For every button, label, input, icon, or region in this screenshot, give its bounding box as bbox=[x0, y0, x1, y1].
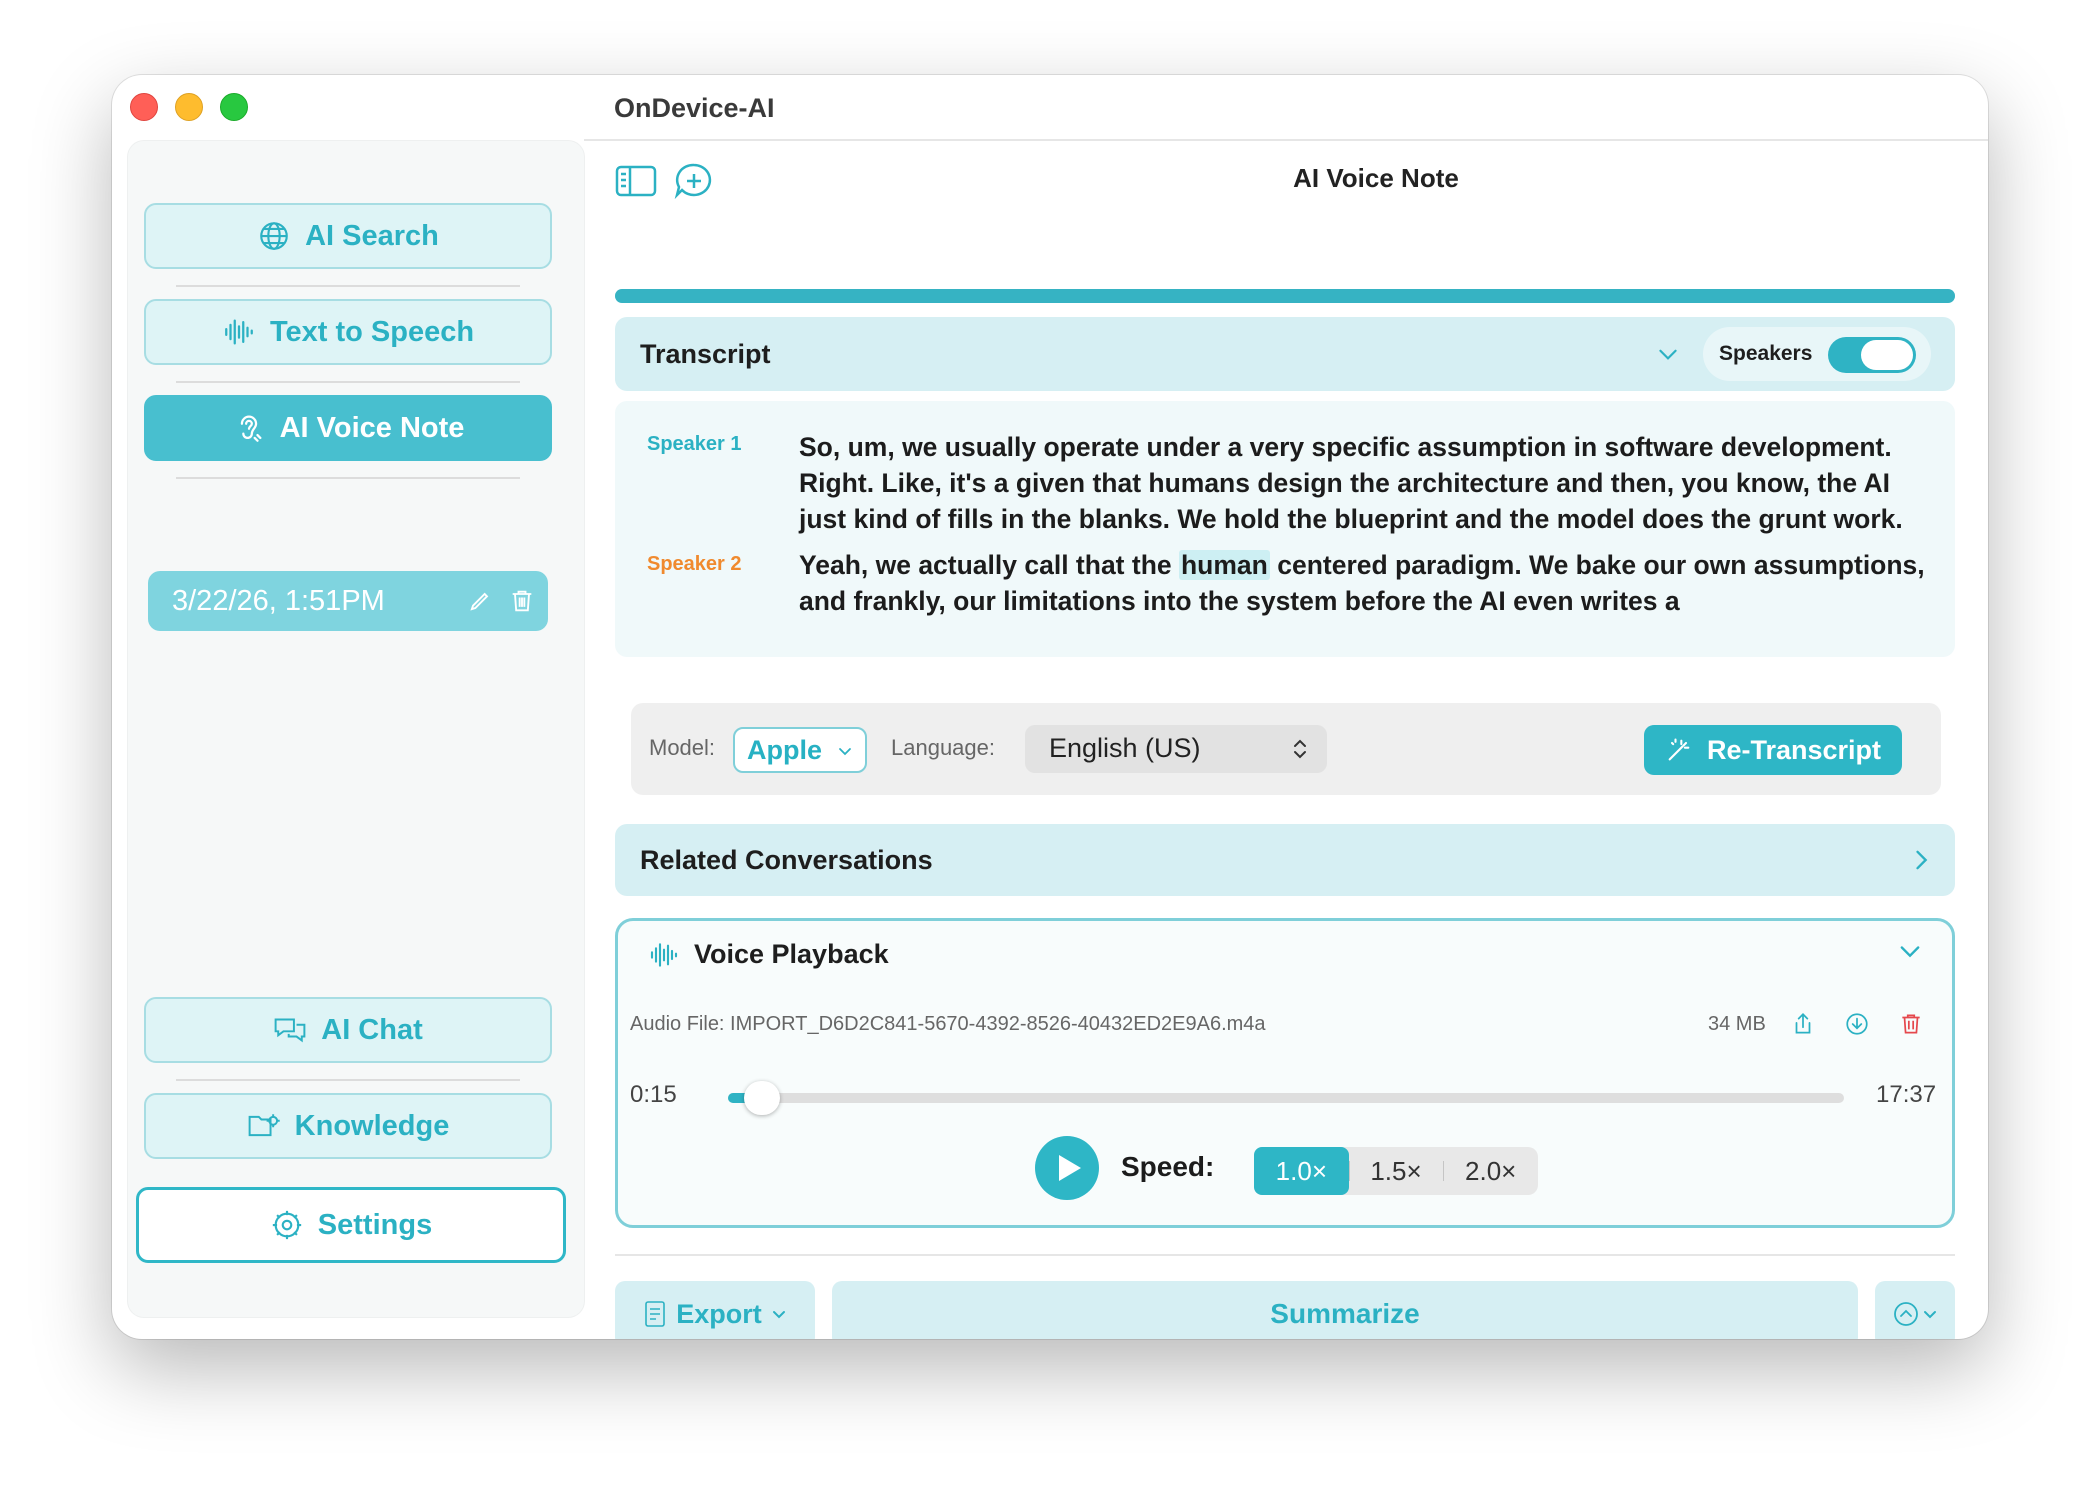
pencil-icon[interactable] bbox=[466, 587, 494, 615]
voice-note-list-item[interactable]: 3/22/26, 1:51PM bbox=[148, 571, 548, 631]
summarize-label: Summarize bbox=[1270, 1298, 1420, 1329]
language-value: English (US) bbox=[1049, 733, 1201, 763]
sidebar-divider bbox=[176, 285, 520, 287]
export-button[interactable]: Export bbox=[615, 1281, 815, 1339]
summarize-button[interactable]: Summarize bbox=[832, 1281, 1858, 1339]
language-select[interactable]: English (US) bbox=[1025, 725, 1327, 773]
model-value: Apple bbox=[747, 735, 823, 765]
re-transcript-label: Re-Transcript bbox=[1706, 734, 1882, 765]
progress-bar bbox=[615, 289, 1955, 303]
progress-fill bbox=[615, 289, 1955, 303]
current-time: 0:15 bbox=[630, 1081, 677, 1108]
sidebar-item-label: Text to Speech bbox=[269, 315, 475, 348]
toggle-knob bbox=[1861, 340, 1913, 370]
play-icon bbox=[1059, 1155, 1081, 1181]
page-title: AI Voice Note bbox=[1293, 163, 1459, 193]
globe-icon bbox=[260, 222, 288, 250]
speakers-label: Speakers bbox=[1719, 342, 1813, 365]
model-label: Model: bbox=[649, 735, 716, 760]
speed-option-2x[interactable]: 2.0× bbox=[1443, 1147, 1538, 1195]
sidebar-item-text-to-speech[interactable]: Text to Speech bbox=[144, 299, 552, 365]
seek-slider[interactable] bbox=[728, 1081, 1844, 1115]
sidebar-item-label: Settings bbox=[317, 1208, 433, 1241]
speed-option-1x[interactable]: 1.0× bbox=[1254, 1147, 1349, 1195]
chevron-down-icon bbox=[1924, 1311, 1936, 1319]
playback-title: Voice Playback bbox=[694, 939, 889, 969]
document-icon bbox=[645, 1301, 666, 1327]
sidebar-toggle-icon[interactable] bbox=[614, 161, 658, 201]
main-content: AI Voice Note Transcript Speakers Speake… bbox=[584, 141, 1988, 1339]
speakers-toggle[interactable] bbox=[1828, 337, 1916, 373]
sidebar-item-ai-chat[interactable]: AI Chat bbox=[144, 997, 552, 1063]
related-title: Related Conversations bbox=[640, 845, 933, 875]
sidebar-item-knowledge[interactable]: Knowledge bbox=[144, 1093, 552, 1159]
app-window: OnDevice-AI AI Search Text to Speech AI … bbox=[112, 75, 1988, 1339]
sidebar-item-ai-voice-note[interactable]: AI Voice Note bbox=[144, 395, 552, 461]
sidebar-item-settings[interactable]: Settings bbox=[136, 1187, 566, 1263]
share-icon[interactable] bbox=[1790, 1011, 1816, 1037]
total-time: 17:37 bbox=[1876, 1081, 1937, 1108]
waveform-icon bbox=[650, 943, 678, 967]
sidebar: AI Search Text to Speech AI Voice Note 3… bbox=[128, 141, 584, 1317]
bottom-divider bbox=[615, 1254, 1955, 1256]
transcript-header[interactable]: Transcript Speakers bbox=[615, 317, 1955, 391]
up-down-chevron-icon bbox=[1294, 739, 1306, 759]
sidebar-divider bbox=[176, 381, 520, 383]
speed-label: Speed: bbox=[1121, 1151, 1215, 1182]
seek-knob[interactable] bbox=[743, 1081, 780, 1115]
re-transcript-button[interactable]: Re-Transcript bbox=[1644, 725, 1902, 775]
sidebar-item-label: AI Voice Note bbox=[279, 411, 465, 444]
close-window-button[interactable] bbox=[130, 93, 158, 121]
voice-playback-panel: Voice Playback Audio File: IMPORT_D6D2C8… bbox=[615, 918, 1955, 1228]
trash-icon[interactable] bbox=[1898, 1011, 1924, 1037]
chevron-right-icon bbox=[1916, 850, 1928, 870]
sidebar-divider bbox=[176, 477, 520, 479]
new-note-icon[interactable] bbox=[672, 161, 716, 201]
highlighted-word: human bbox=[1178, 550, 1270, 580]
transcript-body[interactable]: Speaker 1 So, um, we usually operate und… bbox=[615, 401, 1955, 657]
segment-text: So, um, we usually operate under a very … bbox=[799, 432, 1903, 534]
zoom-window-button[interactable] bbox=[220, 93, 248, 121]
chevron-up-circle-icon bbox=[1894, 1302, 1918, 1326]
audio-file-name: Audio File: IMPORT_D6D2C841-5670-4392-85… bbox=[630, 1013, 1266, 1035]
segment-text: Yeah, we actually call that the human ce… bbox=[799, 547, 1929, 619]
speed-selector: 1.0× 1.5× 2.0× bbox=[1254, 1147, 1538, 1195]
chat-bubbles-icon bbox=[274, 1018, 306, 1043]
language-label: Language: bbox=[891, 735, 995, 760]
trash-icon[interactable] bbox=[508, 587, 536, 615]
sidebar-item-label: AI Search bbox=[305, 219, 439, 252]
voice-note-date: 3/22/26, 1:51PM bbox=[172, 584, 385, 617]
folder-gear-icon bbox=[248, 1114, 280, 1137]
sidebar-item-label: Knowledge bbox=[294, 1109, 450, 1142]
chevron-down-icon[interactable] bbox=[1655, 341, 1681, 367]
export-label: Export bbox=[676, 1298, 762, 1329]
ear-icon bbox=[240, 415, 262, 442]
speaker-label: Speaker 1 bbox=[647, 433, 742, 455]
waveform-icon bbox=[225, 319, 253, 345]
window-title: OnDevice-AI bbox=[614, 93, 775, 123]
download-icon[interactable] bbox=[1844, 1011, 1870, 1037]
segment-text-part: Yeah, we actually call that the bbox=[799, 550, 1179, 580]
chevron-down-icon bbox=[772, 1311, 785, 1319]
sidebar-item-ai-search[interactable]: AI Search bbox=[144, 203, 552, 269]
play-button[interactable] bbox=[1035, 1136, 1099, 1200]
summary-options-button[interactable] bbox=[1875, 1281, 1955, 1339]
model-select[interactable]: Apple bbox=[733, 727, 867, 773]
sidebar-divider bbox=[176, 1079, 520, 1081]
speakers-control: Speakers bbox=[1703, 327, 1931, 381]
speed-option-1-5x[interactable]: 1.5× bbox=[1348, 1147, 1444, 1195]
related-conversations[interactable]: Related Conversations bbox=[615, 824, 1955, 896]
chevron-down-icon[interactable] bbox=[1896, 937, 1924, 965]
magic-wand-icon bbox=[1668, 738, 1690, 761]
title-bar: OnDevice-AI bbox=[112, 75, 1988, 139]
chevron-down-icon bbox=[839, 748, 851, 756]
minimize-window-button[interactable] bbox=[175, 93, 203, 121]
transcript-title: Transcript bbox=[640, 338, 771, 369]
gear-icon bbox=[272, 1210, 301, 1240]
speaker-label: Speaker 2 bbox=[647, 553, 742, 575]
sidebar-item-label: AI Chat bbox=[321, 1013, 423, 1046]
transcription-controls: Model: Apple Language: English (US) Re-T… bbox=[631, 703, 1941, 795]
audio-file-size: 34 MB bbox=[1708, 1013, 1766, 1035]
